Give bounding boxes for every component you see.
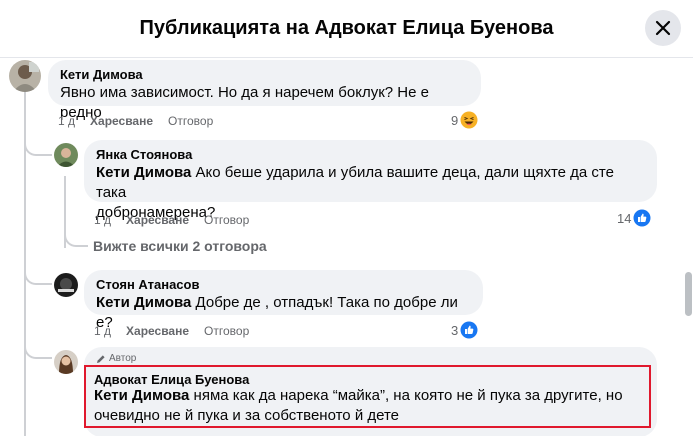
- reaction-count: 9: [451, 112, 459, 128]
- reply-time[interactable]: 1 д: [94, 212, 111, 228]
- comment-author[interactable]: Кети Димова: [60, 67, 469, 83]
- mention-link[interactable]: Кети Димова: [96, 164, 191, 181]
- reply-author[interactable]: Янка Стоянова: [96, 147, 645, 163]
- reply-text: Кети Димова Ако беше ударила и убила ваш…: [96, 163, 645, 203]
- reaction-count: 3: [451, 322, 459, 338]
- reply-button[interactable]: Отговор: [204, 212, 249, 228]
- author-badge: Автор: [96, 353, 136, 364]
- reaction-summary[interactable]: 3: [451, 321, 478, 339]
- thread-branch: [64, 233, 88, 247]
- thread-line: [24, 397, 26, 436]
- mention-link[interactable]: Кети Димова: [96, 294, 191, 311]
- like-button[interactable]: Харесване: [126, 323, 189, 339]
- reply-bubble: Стоян Атанасов Кети Димова Добре де , от…: [84, 270, 483, 331]
- thread-branch: [24, 263, 52, 285]
- author-badge-label: Автор: [109, 353, 137, 364]
- thread-branch: [24, 347, 52, 359]
- haha-icon: [460, 111, 478, 129]
- view-all-replies-link[interactable]: Вижте всички 2 отговора: [93, 238, 267, 254]
- pen-icon: [97, 354, 105, 363]
- thread-branch: [24, 134, 52, 156]
- comment-time[interactable]: 1 д: [58, 113, 75, 129]
- close-button[interactable]: [645, 10, 681, 46]
- scrollbar[interactable]: [683, 59, 693, 436]
- reply-button[interactable]: Отговор: [204, 323, 249, 339]
- reply-actions: 1 д Харесване Отговор: [94, 212, 249, 228]
- reaction-count: 14: [617, 210, 632, 226]
- scrollbar-thumb[interactable]: [685, 272, 692, 316]
- dialog-header: Публикацията на Адвокат Елица Буенова: [0, 0, 693, 58]
- avatar[interactable]: [9, 60, 41, 92]
- like-button[interactable]: Харесване: [126, 212, 189, 228]
- like-icon: [460, 321, 478, 339]
- reply-time[interactable]: 1 д: [94, 323, 111, 339]
- reply-author[interactable]: Стоян Атанасов: [96, 277, 471, 293]
- reaction-summary[interactable]: 9: [451, 111, 478, 129]
- close-icon: [655, 20, 671, 36]
- reply-actions: 1 д Харесване Отговор: [94, 323, 249, 339]
- highlight-box: [84, 365, 651, 428]
- reaction-summary[interactable]: 14: [617, 209, 651, 227]
- reply-bubble: Янка Стоянова Кети Димова Ако беше удари…: [84, 140, 657, 221]
- avatar[interactable]: [54, 273, 78, 297]
- avatar[interactable]: [54, 350, 78, 374]
- reply-button[interactable]: Отговор: [168, 113, 213, 129]
- comment-actions: 1 д Харесване Отговор: [58, 113, 213, 129]
- like-button[interactable]: Харесване: [90, 113, 153, 129]
- avatar[interactable]: [54, 143, 78, 167]
- comment-bubble: Кети Димова Явно има зависимост. Но да я…: [48, 60, 481, 121]
- dialog-title: Публикацията на Адвокат Елица Буенова: [139, 17, 554, 39]
- comments-panel[interactable]: Кети Димова Явно има зависимост. Но да я…: [0, 59, 693, 436]
- like-icon: [633, 209, 651, 227]
